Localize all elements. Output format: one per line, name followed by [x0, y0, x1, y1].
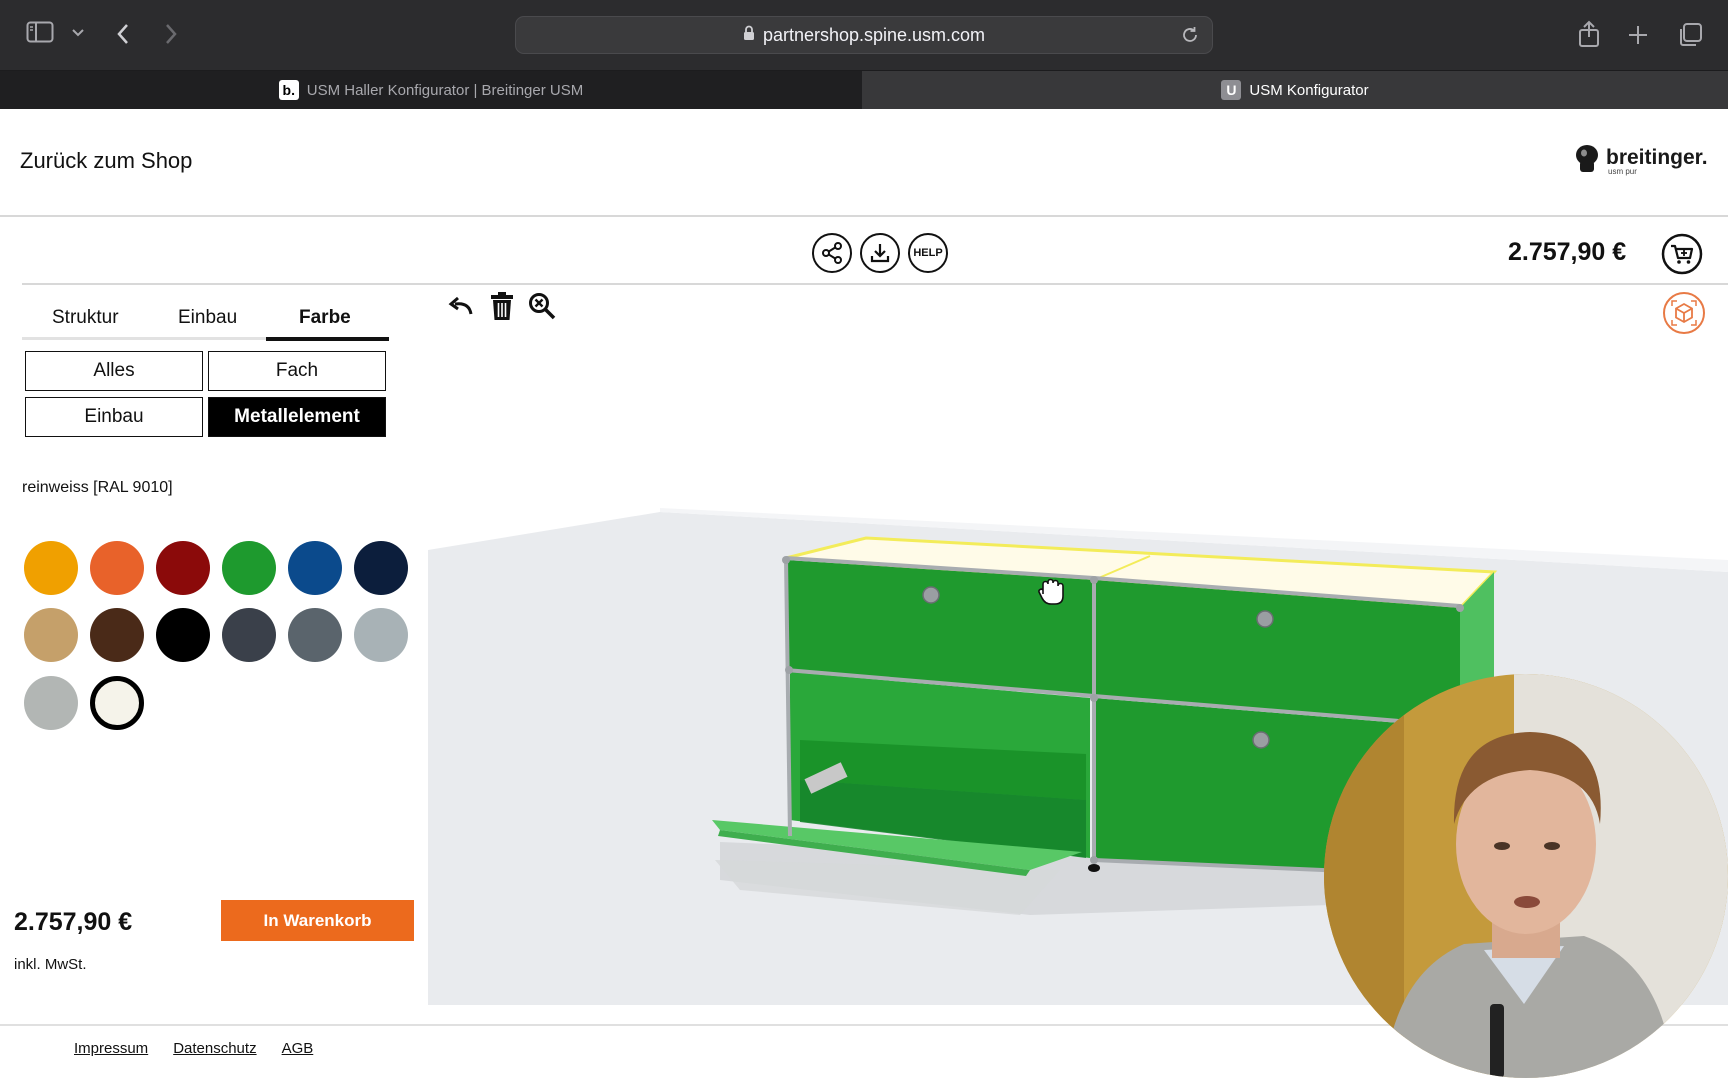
color-swatch[interactable]: [156, 541, 210, 595]
download-button[interactable]: [860, 233, 900, 273]
reload-icon[interactable]: [1180, 25, 1200, 50]
url-text: partnershop.spine.usm.com: [762, 24, 986, 45]
footer-links: Impressum Datenschutz AGB: [74, 1040, 313, 1057]
cart-button[interactable]: [1661, 233, 1703, 280]
usm-favicon-icon: U: [1221, 80, 1242, 100]
config-tabs: Struktur Einbau Farbe: [22, 305, 389, 341]
browser-tab-bar: b. USM Haller Konfigurator | Breitinger …: [0, 70, 1728, 109]
header-price: 2.757,90 €: [1508, 238, 1627, 266]
browser-toolbar: partnershop.spine.usm.com: [0, 0, 1728, 70]
logo-subtitle: usm pur: [1608, 167, 1637, 176]
cart-icon: [1661, 233, 1703, 275]
share-nodes-icon: [822, 242, 842, 264]
help-button[interactable]: HELP: [908, 233, 948, 273]
logo-mark-icon: [1574, 144, 1600, 179]
share-icon[interactable]: [1578, 20, 1600, 48]
chevron-down-icon[interactable]: [71, 28, 85, 38]
tab-title: USM Haller Konfigurator | Breitinger USM: [306, 81, 584, 99]
active-tab-indicator: [266, 337, 389, 341]
tab-einbau[interactable]: Einbau: [178, 307, 237, 329]
filter-fach-button[interactable]: Fach: [208, 351, 386, 391]
color-swatch[interactable]: [90, 541, 144, 595]
header-divider: [0, 215, 1728, 217]
color-swatch[interactable]: [24, 608, 78, 662]
add-to-cart-button[interactable]: In Warenkorb: [221, 900, 414, 941]
color-swatch[interactable]: [90, 608, 144, 662]
color-swatch[interactable]: [222, 541, 276, 595]
selected-color-name: reinweiss [RAL 9010]: [22, 479, 173, 496]
back-arrow-icon[interactable]: [116, 22, 130, 46]
tab-farbe[interactable]: Farbe: [299, 307, 351, 329]
color-swatch[interactable]: [24, 676, 78, 730]
color-swatch[interactable]: [288, 608, 342, 662]
back-to-shop-link[interactable]: Zurück zum Shop: [20, 148, 192, 174]
webcam-overlay: [1324, 674, 1728, 1078]
vat-note: inkl. MwSt.: [14, 956, 87, 973]
color-swatch[interactable]: [288, 541, 342, 595]
filter-alles-button[interactable]: Alles: [25, 351, 203, 391]
logo-name: breitinger.: [1606, 146, 1708, 169]
tabs-overview-icon[interactable]: [1677, 22, 1703, 48]
forward-arrow-icon[interactable]: [164, 22, 178, 46]
tab-breitinger[interactable]: b. USM Haller Konfigurator | Breitinger …: [0, 71, 862, 109]
share-button[interactable]: [812, 233, 852, 273]
filter-metallelement-button[interactable]: Metallelement: [208, 397, 386, 437]
hand-cursor-icon: [1038, 578, 1064, 605]
action-buttons: HELP: [812, 233, 948, 273]
total-price: 2.757,90 €: [14, 908, 133, 936]
color-swatch[interactable]: [24, 541, 78, 595]
lock-icon: [743, 25, 755, 46]
datenschutz-link[interactable]: Datenschutz: [173, 1040, 256, 1057]
new-tab-plus-icon[interactable]: [1627, 24, 1649, 46]
address-bar[interactable]: partnershop.spine.usm.com: [515, 16, 1213, 54]
tab-title: USM Konfigurator: [1249, 81, 1369, 99]
agb-link[interactable]: AGB: [282, 1040, 314, 1057]
breitinger-logo[interactable]: breitinger. usm pur: [1574, 144, 1708, 179]
download-icon: [870, 244, 890, 263]
tab-struktur[interactable]: Struktur: [52, 307, 119, 329]
breitinger-favicon-icon: b.: [278, 80, 299, 100]
color-swatch[interactable]: [156, 608, 210, 662]
color-swatch[interactable]: [90, 676, 144, 730]
sidebar-toggle-icon[interactable]: [26, 21, 54, 43]
filter-einbau-button[interactable]: Einbau: [25, 397, 203, 437]
help-label: HELP: [913, 247, 943, 259]
impressum-link[interactable]: Impressum: [74, 1040, 148, 1057]
tab-usm-konfigurator[interactable]: U USM Konfigurator: [862, 71, 1728, 109]
color-swatch[interactable]: [222, 608, 276, 662]
toolbar-divider: [22, 283, 1728, 285]
